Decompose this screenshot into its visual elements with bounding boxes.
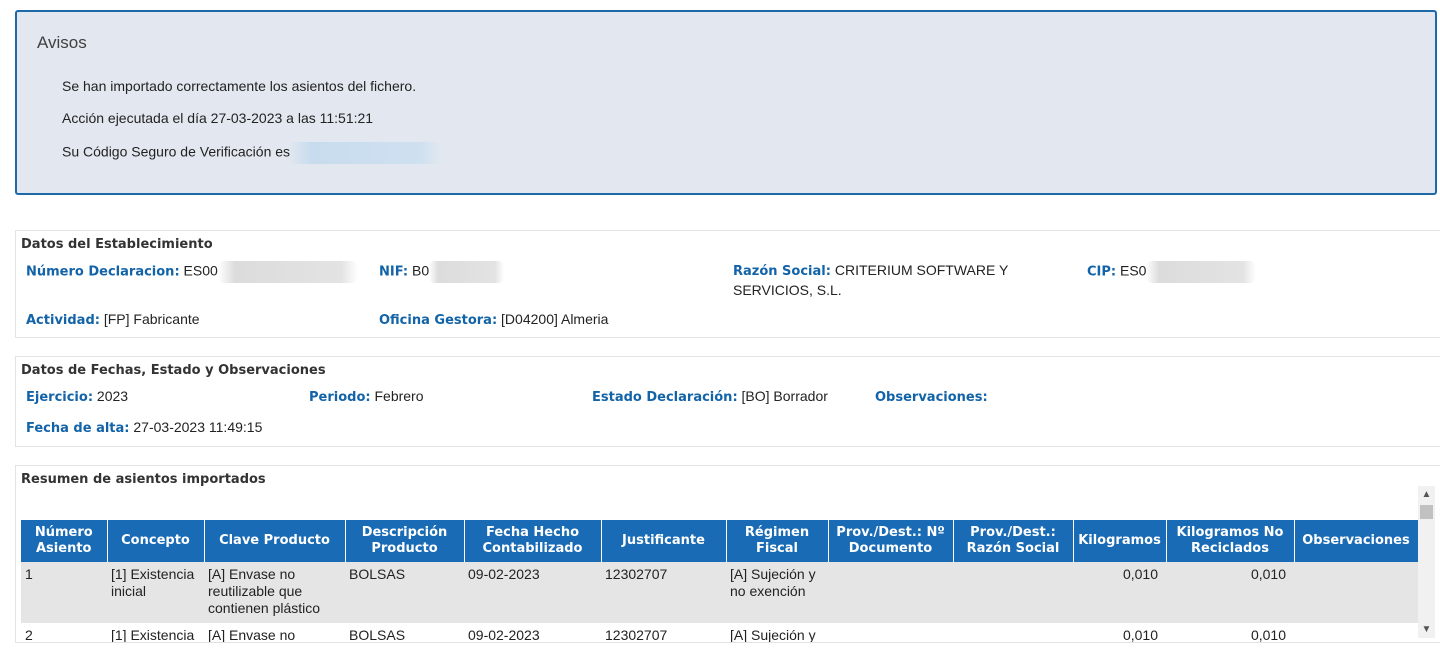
cell-prov-razon <box>953 562 1073 623</box>
field-observaciones: Observaciones: <box>875 387 988 407</box>
col-header[interactable]: Fecha Hecho Contabilizado <box>464 520 602 562</box>
cell-regimen: [A] Sujeción y no exención <box>726 623 828 642</box>
cell-kilogramos: 0,010 <box>1073 562 1166 623</box>
field-cip: CIP: ES0 <box>1087 261 1257 283</box>
scrollbar-thumb[interactable] <box>1420 505 1433 519</box>
label-periodo: Periodo: <box>309 390 371 405</box>
table-scrollbar[interactable]: ▲ ▼ <box>1418 486 1435 638</box>
cell-numero-asiento: 2 <box>21 623 107 642</box>
nif-redacted <box>429 261 505 283</box>
value-cip: ES0 <box>1120 262 1147 279</box>
aviso-action-timestamp: Acción ejecutada el día 27-03-2023 a las… <box>62 110 374 126</box>
section-title-establecimiento: Datos del Establecimiento <box>21 237 213 252</box>
cell-concepto: [1] Existencia inicial <box>107 623 204 642</box>
cell-numero-asiento: 1 <box>21 562 107 623</box>
cell-concepto: [1] Existencia inicial <box>107 562 204 623</box>
field-actividad: Actividad: [FP] Fabricante <box>26 310 200 330</box>
cell-descripcion: BOLSAS <box>345 562 464 623</box>
field-numero-declaracion: Número Declaracion: ES00 <box>26 261 358 283</box>
field-estado-declaracion: Estado Declaración: [BO] Borrador <box>592 387 828 407</box>
cell-clave-producto: [A] Envase no reutilizable que contienen… <box>204 623 345 642</box>
field-oficina-gestora: Oficina Gestora: [D04200] Almeria <box>379 310 608 330</box>
label-observaciones: Observaciones: <box>875 390 988 405</box>
col-header[interactable]: Clave Producto <box>204 520 346 562</box>
field-razon-social: Razón Social: CRITERIUM SOFTWARE Y SERVI… <box>733 261 1008 299</box>
cell-kg-no-reciclados: 0,010 <box>1166 562 1294 623</box>
value-razon-social: CRITERIUM SOFTWARE Y <box>834 262 1009 278</box>
aviso-csv-line: Su Código Seguro de Verificación es <box>62 142 444 164</box>
value-fecha-alta: 27-03-2023 11:49:15 <box>133 419 263 435</box>
cell-clave-producto: [A] Envase no reutilizable que contienen… <box>204 562 345 623</box>
label-oficina-gestora: Oficina Gestora: <box>379 313 498 328</box>
value-razon-social-2: SERVICIOS, S.L. <box>733 282 842 298</box>
value-estado-declaracion: [BO] Borrador <box>741 388 828 404</box>
label-estado-declaracion: Estado Declaración: <box>592 390 738 405</box>
resumen-table: Número Asiento Concepto Clave Producto D… <box>21 520 1418 642</box>
cell-descripcion: BOLSAS <box>345 623 464 642</box>
table-row[interactable]: 2 [1] Existencia inicial [A] Envase no r… <box>21 623 1418 642</box>
avisos-panel: Avisos Se han importado correctamente lo… <box>15 10 1437 195</box>
col-header[interactable]: Observaciones <box>1294 520 1418 562</box>
cell-prov-doc <box>828 562 953 623</box>
cell-kg-no-reciclados: 0,010 <box>1166 623 1294 642</box>
label-actividad: Actividad: <box>26 313 100 328</box>
col-header[interactable]: Justificante <box>601 520 727 562</box>
value-ejercicio: 2023 <box>96 388 129 404</box>
col-header[interactable]: Descripción Producto <box>345 520 465 562</box>
cell-fecha: 09-02-2023 <box>464 623 601 642</box>
section-establecimiento: Datos del Establecimiento Número Declara… <box>15 230 1440 338</box>
col-header[interactable]: Concepto <box>107 520 205 562</box>
cip-redacted <box>1146 261 1257 283</box>
label-numero-declaracion: Número Declaracion: <box>26 264 180 280</box>
col-header[interactable]: Prov./Dest.: Nº Documento <box>828 520 954 562</box>
section-title-resumen: Resumen de asientos importados <box>21 472 266 487</box>
col-header[interactable]: Régimen Fiscal <box>726 520 829 562</box>
cell-regimen: [A] Sujeción y no exención <box>726 562 828 623</box>
label-cip: CIP: <box>1087 264 1117 280</box>
field-nif: NIF: B0 <box>379 261 505 283</box>
field-ejercicio: Ejercicio: 2023 <box>26 387 128 407</box>
table-row[interactable]: 1 [1] Existencia inicial [A] Envase no r… <box>21 562 1418 623</box>
field-fecha-alta: Fecha de alta: 27-03-2023 11:49:15 <box>26 418 262 438</box>
section-fechas: Datos de Fechas, Estado y Observaciones … <box>15 356 1440 447</box>
cell-observaciones <box>1294 623 1418 642</box>
value-numero-declaracion: ES00 <box>183 262 218 279</box>
section-title-fechas: Datos de Fechas, Estado y Observaciones <box>21 363 326 378</box>
aviso-csv-label: Su Código Seguro de Verificación es <box>62 143 291 160</box>
cell-kilogramos: 0,010 <box>1073 623 1166 642</box>
aviso-import-success: Se han importado correctamente los asien… <box>62 78 417 94</box>
value-nif: B0 <box>411 262 430 279</box>
csv-redacted <box>288 142 444 164</box>
chevron-up-icon[interactable]: ▲ <box>1418 486 1435 503</box>
cell-prov-doc <box>828 623 953 642</box>
cell-justificante: 12302707 <box>601 562 726 623</box>
label-nif: NIF: <box>379 264 409 280</box>
avisos-title: Avisos <box>37 33 87 52</box>
col-header[interactable]: Prov./Dest.: Razón Social <box>953 520 1074 562</box>
resumen-table-container[interactable]: Número Asiento Concepto Clave Producto D… <box>21 520 1418 642</box>
value-actividad: [FP] Fabricante <box>103 311 200 327</box>
cell-fecha: 09-02-2023 <box>464 562 601 623</box>
value-periodo: Febrero <box>374 388 424 404</box>
label-ejercicio: Ejercicio: <box>26 390 94 405</box>
col-header[interactable]: Número Asiento <box>21 520 108 562</box>
cell-observaciones <box>1294 562 1418 623</box>
chevron-down-icon[interactable]: ▼ <box>1418 621 1435 638</box>
cell-justificante: 12302707 <box>601 623 726 642</box>
cell-prov-razon <box>953 623 1073 642</box>
col-header[interactable]: Kilogramos <box>1073 520 1167 562</box>
table-header-row: Número Asiento Concepto Clave Producto D… <box>21 520 1418 562</box>
label-fecha-alta: Fecha de alta: <box>26 421 130 436</box>
field-periodo: Periodo: Febrero <box>309 387 424 407</box>
numero-redacted <box>217 261 358 283</box>
label-razon-social: Razón Social: <box>733 264 831 279</box>
col-header[interactable]: Kilogramos No Reciclados <box>1166 520 1295 562</box>
value-oficina-gestora: [D04200] Almeria <box>501 311 609 327</box>
